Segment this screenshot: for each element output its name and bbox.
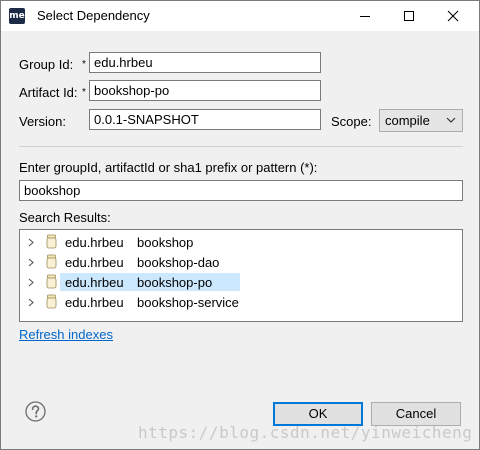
search-results-label: Search Results:	[19, 210, 111, 225]
result-group: edu.hrbeu	[65, 295, 124, 310]
tree-row-bookshop-dao[interactable]: edu.hrbeu bookshop-dao	[20, 252, 460, 272]
group-id-field[interactable]	[89, 52, 321, 73]
artifact-id-label: Artifact Id:	[19, 85, 78, 100]
tree-row-bookshop-service[interactable]: edu.hrbeu bookshop-service	[20, 292, 460, 312]
app-icon: me	[9, 8, 25, 24]
jar-icon	[46, 274, 57, 289]
chevron-right-icon[interactable]	[28, 238, 34, 247]
chevron-right-icon[interactable]	[28, 298, 34, 307]
close-icon	[447, 10, 459, 22]
refresh-indexes-link[interactable]: Refresh indexes	[19, 327, 113, 342]
minimize-icon	[360, 16, 370, 17]
version-label: Version:	[19, 114, 66, 129]
scope-value: compile	[385, 113, 430, 128]
search-prompt-label: Enter groupId, artifactId or sha1 prefix…	[19, 160, 318, 175]
result-artifact: bookshop-dao	[137, 255, 220, 270]
artifact-id-field[interactable]	[89, 80, 321, 101]
result-artifact: bookshop-po	[137, 275, 213, 290]
version-field[interactable]	[89, 109, 321, 130]
group-id-label: Group Id:	[19, 57, 74, 72]
scope-label: Scope:	[331, 114, 372, 129]
tree-row-bookshop-po[interactable]: edu.hrbeu bookshop-po	[20, 272, 460, 292]
search-results-tree[interactable]: edu.hrbeu bookshop edu.hrbeu bookshop-da…	[19, 229, 463, 322]
minimize-button[interactable]	[342, 1, 388, 31]
separator	[19, 146, 463, 147]
chevron-right-icon[interactable]	[28, 258, 34, 267]
window-title: Select Dependency	[37, 8, 150, 23]
watermark: https://blog.csdn.net/yinweicheng	[138, 423, 473, 442]
jar-icon	[46, 234, 57, 249]
close-button[interactable]	[430, 1, 476, 31]
jar-icon	[46, 254, 57, 269]
result-artifact: bookshop	[137, 235, 194, 250]
select-dependency-dialog: me Select Dependency Group Id: * Artifac…	[0, 0, 480, 450]
chevron-right-icon[interactable]	[28, 278, 34, 287]
tree-row-bookshop[interactable]: edu.hrbeu bookshop	[20, 232, 460, 252]
search-input[interactable]	[19, 180, 463, 201]
help-icon[interactable]	[25, 401, 46, 422]
jar-icon	[46, 294, 57, 309]
result-group: edu.hrbeu	[65, 235, 124, 250]
result-group: edu.hrbeu	[65, 255, 124, 270]
scope-select[interactable]: compile	[379, 109, 463, 132]
result-group: edu.hrbeu	[65, 275, 124, 290]
result-artifact: bookshop-service	[137, 295, 239, 310]
maximize-button[interactable]	[386, 1, 432, 31]
maximize-icon	[404, 11, 414, 21]
group-id-required-marker: *	[82, 59, 86, 70]
title-bar[interactable]: me Select Dependency	[1, 1, 479, 31]
chevron-down-icon	[446, 117, 456, 123]
artifact-id-required-marker: *	[82, 87, 86, 98]
